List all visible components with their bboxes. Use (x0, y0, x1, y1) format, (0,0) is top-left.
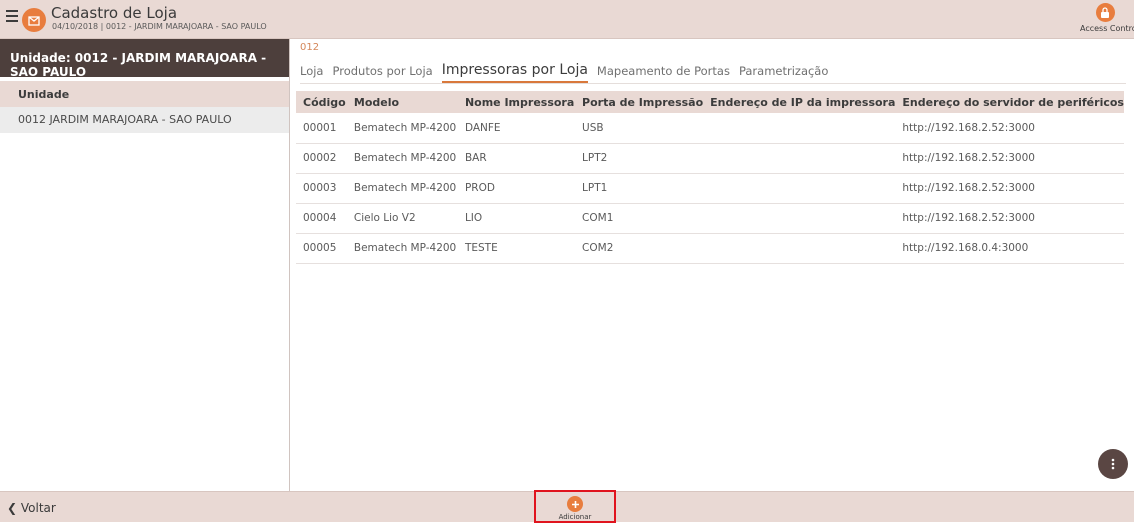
tab-produtos-por-loja[interactable]: Produtos por Loja (332, 64, 432, 83)
cell-modelo: Bematech MP-4200 (346, 233, 458, 264)
column-header-codigo[interactable]: Código (296, 91, 347, 113)
cell-nome-impressora: TESTE (457, 233, 576, 264)
table-row[interactable]: 00003 Bematech MP-4200 PROD LPT1 http://… (296, 173, 1124, 204)
cell-codigo: 00004 (296, 203, 347, 234)
column-header-modelo[interactable]: Modelo (346, 91, 458, 113)
main-content: 012 Loja Produtos por Loja Impressoras p… (291, 39, 1134, 491)
cell-ip (703, 173, 896, 204)
tab-loja[interactable]: Loja (300, 64, 323, 83)
cell-codigo: 00003 (296, 173, 347, 204)
back-label: Voltar (20, 501, 56, 515)
cell-modelo: Bematech MP-4200 (346, 143, 458, 174)
cell-nome-impressora: PROD (457, 173, 576, 204)
cell-ip (703, 203, 896, 234)
cell-modelo: Bematech MP-4200 (346, 173, 458, 204)
cell-porta: USB (575, 113, 704, 144)
cell-servidor: http://192.168.2.52:3000 (895, 173, 1124, 204)
lock-icon (1095, 3, 1115, 22)
table-row[interactable]: 00001 Bematech MP-4200 DANFE USB http://… (296, 113, 1124, 144)
cell-nome-impressora: DANFE (457, 113, 576, 144)
column-header-nome-impressora[interactable]: Nome Impressora (457, 91, 576, 113)
unit-list-item[interactable]: 0012 JARDIM MARAJOARA - SAO PAULO (0, 107, 289, 133)
column-header-ip[interactable]: Endereço de IP da impressora (703, 91, 896, 113)
cell-codigo: 00005 (296, 233, 347, 264)
cell-porta: LPT2 (575, 143, 704, 174)
cell-porta: COM2 (575, 233, 704, 264)
app-footer: ❮ Voltar Adicionar (0, 490, 1134, 523)
store-logo-icon (22, 8, 46, 32)
cell-servidor: http://192.168.0.4:3000 (895, 233, 1124, 264)
back-button[interactable]: ❮ Voltar (7, 501, 56, 515)
cell-servidor: http://192.168.2.52:3000 (895, 113, 1124, 144)
more-options-button[interactable] (1098, 449, 1128, 479)
tab-bar: Loja Produtos por Loja Impressoras por L… (300, 57, 837, 83)
cell-ip (703, 233, 896, 264)
cell-codigo: 00002 (296, 143, 347, 174)
column-header-porta[interactable]: Porta de Impressão (575, 91, 704, 113)
tab-parametrizacao[interactable]: Parametrização (739, 64, 828, 83)
table-row[interactable]: 00004 Cielo Lio V2 LIO COM1 http://192.1… (296, 203, 1124, 234)
printers-table: Código Modelo Nome Impressora Porta de I… (296, 91, 1124, 264)
table-row[interactable]: 00005 Bematech MP-4200 TESTE COM2 http:/… (296, 233, 1124, 264)
cell-nome-impressora: LIO (457, 203, 576, 234)
cell-ip (703, 113, 896, 144)
chevron-left-icon: ❮ (7, 501, 18, 515)
cell-servidor: http://192.168.2.52:3000 (895, 203, 1124, 234)
tab-divider (300, 83, 1126, 84)
hamburger-menu-icon[interactable] (6, 10, 18, 23)
column-header-servidor[interactable]: Endereço do servidor de periféricos (895, 91, 1124, 113)
store-code: 012 (300, 42, 320, 53)
unit-sidebar: Unidade: 0012 - JARDIM MARAJOARA - SAO P… (0, 39, 290, 491)
cell-porta: LPT1 (575, 173, 704, 204)
cell-nome-impressora: BAR (457, 143, 576, 174)
cell-ip (703, 143, 896, 174)
app-title: Cadastro de Loja (51, 4, 178, 22)
cell-porta: COM1 (575, 203, 704, 234)
tab-impressoras-por-loja[interactable]: Impressoras por Loja (441, 62, 588, 83)
more-vertical-icon (1111, 458, 1115, 470)
table-row[interactable]: 00002 Bematech MP-4200 BAR LPT2 http://1… (296, 143, 1124, 174)
table-header-row: Código Modelo Nome Impressora Porta de I… (296, 91, 1124, 113)
add-button[interactable]: Adicionar (536, 493, 614, 523)
app-header: Cadastro de Loja 04/10/2018 | 0012 - JAR… (0, 0, 1134, 39)
cell-modelo: Cielo Lio V2 (346, 203, 458, 234)
unit-header: Unidade: 0012 - JARDIM MARAJOARA - SAO P… (0, 39, 289, 79)
tab-mapeamento-de-portas[interactable]: Mapeamento de Portas (597, 64, 730, 83)
add-button-highlight: Adicionar (534, 490, 616, 523)
app-subtitle: 04/10/2018 | 0012 - JARDIM MARAJOARA - S… (52, 22, 267, 31)
access-control-button[interactable]: Access Control (1080, 3, 1134, 33)
access-control-label: Access Control (1080, 24, 1134, 33)
add-label: Adicionar (558, 513, 592, 521)
cell-modelo: Bematech MP-4200 (346, 113, 458, 144)
cell-servidor: http://192.168.2.52:3000 (895, 143, 1124, 174)
cell-codigo: 00001 (296, 113, 347, 144)
plus-circle-icon (567, 496, 583, 512)
unit-column-header: Unidade (0, 81, 289, 107)
